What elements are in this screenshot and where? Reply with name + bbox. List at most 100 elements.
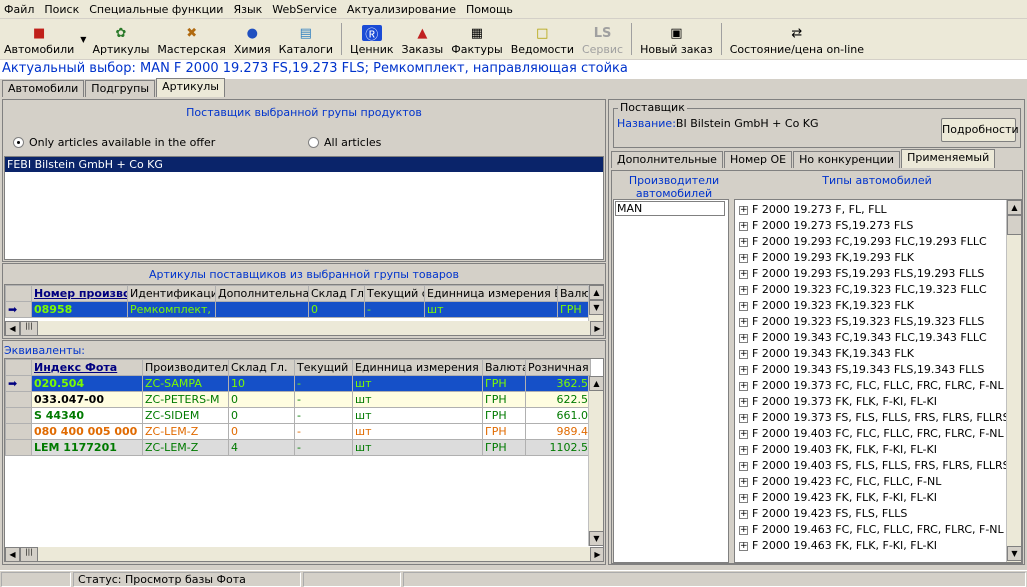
expand-icon[interactable]: + [739, 413, 748, 423]
col-header[interactable]: Дополнительная [215, 285, 309, 302]
vehicle-type-item[interactable]: + F 2000 19.463 FC, FLC, FLLC, FRC, FLRC,… [735, 522, 1021, 538]
scroll-up-icon[interactable]: ▲ [1007, 200, 1021, 215]
vehicle-type-item[interactable]: + F 2000 19.423 FK, FLK, F-KI, FL-KI [735, 490, 1021, 506]
toolbar-articles-button[interactable]: ✿ Артикулы [88, 19, 153, 59]
vehicle-type-item[interactable]: + F 2000 19.273 FS,19.273 FLS [735, 218, 1021, 234]
expand-icon[interactable]: + [739, 397, 748, 407]
vehicle-type-item[interactable]: + F 2000 19.373 FC, FLC, FLLC, FRC, FLRC,… [735, 378, 1021, 394]
vehicle-type-item[interactable]: + F 2000 19.323 FK,19.323 FLK [735, 298, 1021, 314]
col-header[interactable]: Единница измерения ЕИ [424, 285, 558, 302]
tab-cars[interactable]: Автомобили [2, 80, 85, 97]
menu-language[interactable]: Язык [233, 3, 262, 16]
scroll-down-icon[interactable]: ▼ [589, 300, 603, 315]
expand-icon[interactable]: + [739, 541, 748, 551]
vehicle-type-item[interactable]: + F 2000 19.293 FK,19.293 FLK [735, 250, 1021, 266]
tab-articles[interactable]: Артикулы [156, 78, 225, 97]
col-header[interactable]: Производитель [142, 359, 229, 376]
scroll-thumb[interactable]: ||| [20, 547, 38, 561]
toolbar-online-button[interactable]: ⇄ Состояние/цена on-line [726, 19, 868, 59]
scroll-left-icon[interactable]: ◀ [5, 321, 20, 335]
toolbar-chemistry-button[interactable]: ● Химия [230, 19, 275, 59]
maker-item[interactable]: MAN [615, 201, 725, 216]
vehicle-type-item[interactable]: + F 2000 19.403 FC, FLC, FLLC, FRC, FLRC,… [735, 426, 1021, 442]
tab-competition[interactable]: Но конкуренции [793, 151, 901, 168]
toolbar-cars-dropdown[interactable]: ▼ [78, 19, 88, 59]
toolbar-service-button[interactable]: LS Сервис [578, 19, 627, 59]
expand-icon[interactable]: + [739, 269, 748, 279]
expand-icon[interactable]: + [739, 509, 748, 519]
menu-search[interactable]: Поиск [44, 3, 79, 16]
toolbar-new-order-button[interactable]: ▣ Новый заказ [636, 19, 717, 59]
expand-icon[interactable]: + [739, 381, 748, 391]
articles-grid[interactable]: Номер произво Идентификаци Дополнительна… [4, 284, 604, 336]
col-header[interactable]: Индекс Фота [31, 359, 143, 376]
expand-icon[interactable]: + [739, 317, 748, 327]
expand-icon[interactable]: + [739, 365, 748, 375]
toolbar-pricetag-button[interactable]: Ⓡ Ценник [346, 19, 397, 59]
expand-icon[interactable]: + [739, 445, 748, 455]
vehicle-type-item[interactable]: + F 2000 19.323 FC,19.323 FLC,19.323 FLLC [735, 282, 1021, 298]
scroll-up-icon[interactable]: ▲ [589, 285, 603, 300]
tab-applicable[interactable]: Применяемый [901, 149, 996, 168]
expand-icon[interactable]: + [739, 477, 748, 487]
table-row[interactable]: 080 400 005 000 ZC-LEM-Z 0 - шт ГРН 989.… [5, 423, 591, 440]
menu-help[interactable]: Помощь [466, 3, 513, 16]
col-header[interactable]: Текущий с [294, 359, 353, 376]
col-header[interactable]: Идентификаци [127, 285, 216, 302]
expand-icon[interactable]: + [739, 429, 748, 439]
toolbar-workshop-button[interactable]: ✖ Мастерская [153, 19, 230, 59]
expand-icon[interactable]: + [739, 349, 748, 359]
vehicle-type-item[interactable]: + F 2000 19.423 FS, FLS, FLLS [735, 506, 1021, 522]
expand-icon[interactable]: + [739, 205, 748, 215]
tab-additional[interactable]: Дополнительные [611, 151, 723, 168]
scroll-thumb[interactable] [1007, 215, 1021, 235]
vehicle-type-item[interactable]: + F 2000 19.343 FS,19.343 FLS,19.343 FLLS [735, 362, 1021, 378]
vehicle-type-item[interactable]: + F 2000 19.293 FC,19.293 FLC,19.293 FLLC [735, 234, 1021, 250]
vehicle-type-item[interactable]: + F 2000 19.323 FS,19.323 FLS,19.323 FLLS [735, 314, 1021, 330]
expand-icon[interactable]: + [739, 237, 748, 247]
articles-vscroll[interactable]: ▲ ▼ [588, 285, 603, 321]
scroll-right-icon[interactable]: ▶ [590, 321, 603, 335]
vehicle-type-item[interactable]: + F 2000 19.343 FC,19.343 FLC,19.343 FLLC [735, 330, 1021, 346]
equivalents-grid[interactable]: Индекс Фота Производитель Склад Гл. Теку… [4, 358, 604, 562]
scroll-down-icon[interactable]: ▼ [589, 531, 603, 546]
expand-icon[interactable]: + [739, 285, 748, 295]
col-header[interactable]: Склад Гл. [308, 285, 365, 302]
table-row[interactable]: ➡ 020.504 ZC-SAMPA 10 - шт ГРН 362.5 [5, 375, 591, 392]
table-row[interactable]: LEM 1177201 ZC-LEM-Z 4 - шт ГРН 1102.5 [5, 439, 591, 456]
col-header[interactable]: Склад Гл. [228, 359, 295, 376]
radio-all-articles[interactable]: All articles [308, 136, 381, 149]
articles-hscroll[interactable]: ◀ ||| ▶ [5, 321, 603, 335]
toolbar-catalogs-button[interactable]: ▤ Каталоги [275, 19, 337, 59]
vehicle-type-item[interactable]: + F 2000 19.343 FK,19.343 FLK [735, 346, 1021, 362]
expand-icon[interactable]: + [739, 461, 748, 471]
supplier-list[interactable]: FEBI Bilstein GmbH + Co KG [4, 156, 604, 260]
col-header[interactable]: Розничная ц [525, 359, 591, 376]
vehicle-type-item[interactable]: + F 2000 19.373 FS, FLS, FLLS, FRS, FLRS,… [735, 410, 1021, 426]
menu-file[interactable]: Файл [4, 3, 34, 16]
toolbar-cars-button[interactable]: ■ Автомобили [0, 19, 78, 59]
expand-icon[interactable]: + [739, 221, 748, 231]
radio-only-available[interactable]: Only articles available in the offer [13, 136, 308, 149]
toolbar-sheets-button[interactable]: □ Ведомости [507, 19, 578, 59]
tab-oe-number[interactable]: Номер ОЕ [723, 151, 793, 168]
supplier-list-item[interactable]: FEBI Bilstein GmbH + Co KG [5, 157, 603, 172]
expand-icon[interactable]: + [739, 333, 748, 343]
col-header[interactable]: Текущий ск [364, 285, 425, 302]
types-tree[interactable]: + F 2000 19.273 F, FL, FLL + F 2000 19.273 … [734, 199, 1022, 563]
vehicle-type-item[interactable]: + F 2000 19.403 FS, FLS, FLLS, FRS, FLRS,… [735, 458, 1021, 474]
details-button[interactable]: Подробности [941, 118, 1019, 142]
equivalents-hscroll[interactable]: ◀ ||| ▶ [5, 547, 603, 561]
scroll-down-icon[interactable]: ▼ [1007, 546, 1021, 561]
toolbar-invoices-button[interactable]: ▦ Фактуры [447, 19, 506, 59]
vehicle-type-item[interactable]: + F 2000 19.403 FK, FLK, F-KI, FL-KI [735, 442, 1021, 458]
scroll-right-icon[interactable]: ▶ [590, 547, 603, 561]
expand-icon[interactable]: + [739, 301, 748, 311]
menu-update[interactable]: Актуализирование [347, 3, 456, 16]
table-row[interactable]: 033.047-00 ZC-PETERS-M 0 - шт ГРН 622.5 [5, 391, 591, 408]
toolbar-orders-button[interactable]: ▲ Заказы [398, 19, 448, 59]
menu-webservice[interactable]: WebService [272, 3, 337, 16]
col-header[interactable]: Валют [557, 285, 591, 302]
table-row[interactable]: S 44340 ZC-SIDEM 0 - шт ГРН 661.0 [5, 407, 591, 424]
expand-icon[interactable]: + [739, 253, 748, 263]
